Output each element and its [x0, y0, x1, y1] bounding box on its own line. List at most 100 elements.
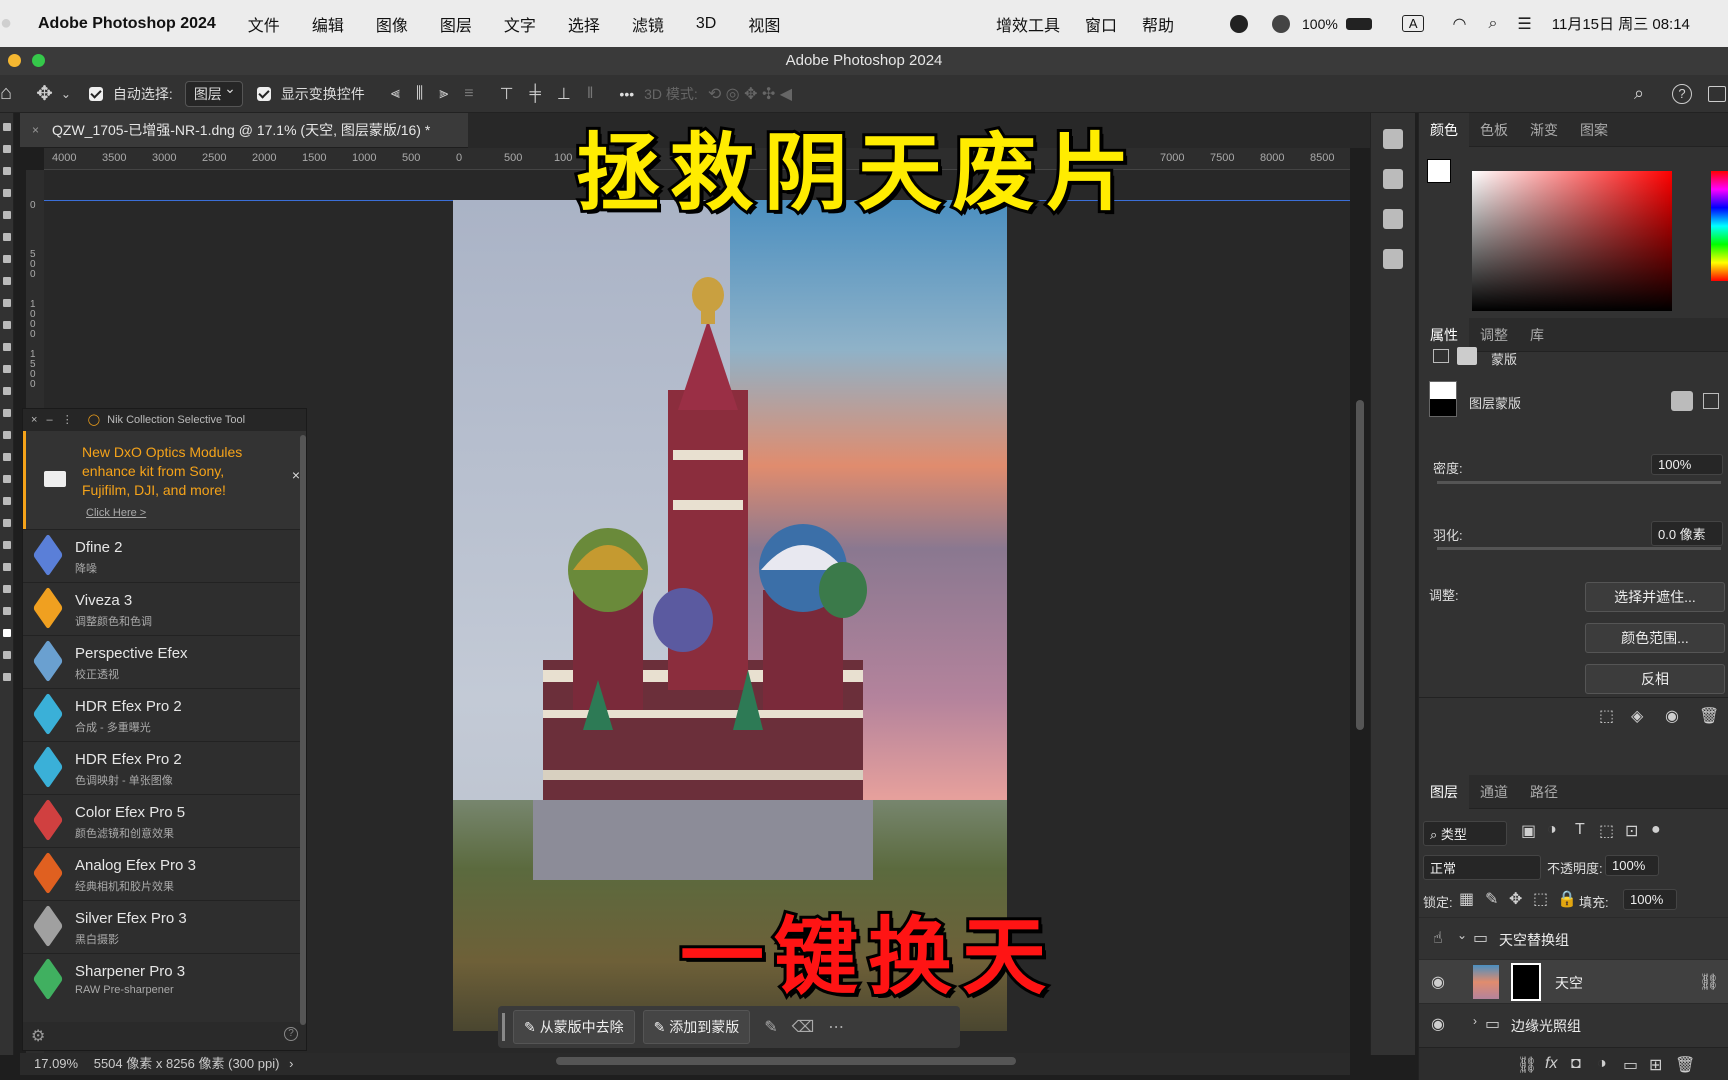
tab-color[interactable]: 颜色	[1419, 112, 1469, 147]
battery-icon[interactable]	[1345, 17, 1372, 30]
layer-mask-thumbnail[interactable]	[1511, 963, 1541, 1001]
window-minimize-button[interactable]	[8, 54, 21, 67]
distribute-icon[interactable]: ≡	[464, 85, 473, 103]
lock-transparent-icon[interactable]: ▦	[1459, 889, 1474, 909]
align-middle-icon[interactable]: ╪	[530, 85, 541, 103]
menu-select[interactable]: 选择	[568, 12, 600, 36]
menu-image[interactable]: 图像	[376, 12, 408, 36]
eraser-icon[interactable]: ⌫	[792, 1017, 815, 1037]
input-source-icon[interactable]: A	[1401, 15, 1425, 32]
wifi-icon[interactable]: ◠	[1452, 14, 1466, 34]
nik-tool-item[interactable]: HDR Efex Pro 2 合成 - 多重曝光	[23, 688, 306, 741]
menu-layer[interactable]: 图层	[440, 12, 472, 36]
vertical-scrollbar[interactable]	[1356, 400, 1364, 730]
quick-select-tool-icon[interactable]	[3, 189, 11, 197]
tab-gradients[interactable]: 渐变	[1519, 113, 1569, 147]
tab-patterns[interactable]: 图案	[1569, 113, 1619, 147]
menu-type[interactable]: 文字	[504, 12, 536, 36]
add-vector-mask-icon[interactable]	[1703, 393, 1719, 409]
home-icon[interactable]: ⌂	[0, 82, 12, 105]
history-icon[interactable]	[1383, 129, 1403, 149]
layer-name[interactable]: 天空替换组	[1499, 930, 1569, 950]
menu-edit[interactable]: 编辑	[312, 12, 344, 36]
chevron-down-icon[interactable]: ⌄	[61, 87, 71, 101]
record-icon[interactable]	[1230, 14, 1248, 33]
feather-input[interactable]: 0.0 像素	[1651, 521, 1723, 546]
search-icon[interactable]: ⌕	[1634, 83, 1644, 104]
horizontal-scrollbar[interactable]	[556, 1057, 1016, 1065]
filter-type-icon[interactable]: T	[1575, 821, 1585, 839]
zoom-level[interactable]: 17.09%	[34, 1056, 78, 1071]
nik-tool-item[interactable]: HDR Efex Pro 2 色调映射 - 单张图像	[23, 741, 306, 794]
add-mask-icon[interactable]: ◘	[1571, 1055, 1581, 1073]
hand-tool-icon[interactable]	[3, 541, 11, 549]
nik-tool-item[interactable]: Silver Efex Pro 3 黑白摄影	[23, 900, 306, 953]
load-selection-icon[interactable]: ⬚	[1599, 706, 1614, 726]
nik-tool-item[interactable]: Sharpener Pro 3 RAW Pre-sharpener	[23, 953, 306, 1006]
chevron-right-icon[interactable]: ›	[1473, 1014, 1477, 1028]
window-zoom-button[interactable]	[32, 54, 45, 67]
chevron-down-icon[interactable]: ⌄	[1457, 928, 1467, 942]
help-icon[interactable]: ?	[1672, 83, 1692, 104]
creative-cloud-icon[interactable]	[1272, 14, 1290, 33]
align-right-icon[interactable]: ⫸	[439, 85, 448, 103]
layer-group-row[interactable]: ◉ › ▭ 边缘光照组	[1419, 1003, 1728, 1045]
remove-from-mask-button[interactable]: ✎ 从蒙版中去除	[513, 1010, 635, 1044]
foreground-color-swatch[interactable]	[3, 629, 11, 637]
lock-all-icon[interactable]: 🔒	[1557, 889, 1577, 909]
layer-group-row[interactable]: ☝ ⌄ ▭ 天空替换组	[1419, 917, 1728, 959]
fill-input[interactable]: 100%	[1623, 889, 1677, 910]
3d-orbit-icon[interactable]: ⟲ ◎ ✥ ✣ ◀	[708, 84, 792, 104]
pixel-mask-icon[interactable]	[1433, 349, 1449, 363]
menu-help[interactable]: 帮助	[1142, 12, 1174, 36]
show-transform-checkbox[interactable]	[256, 86, 271, 101]
adjustment-layer-icon[interactable]: ◑	[1597, 1055, 1607, 1073]
layer-row-selected[interactable]: ◉ 天空 ⛓	[1419, 959, 1728, 1003]
layer-filter-dropdown[interactable]: ⌕ 类型	[1423, 821, 1507, 846]
apple-icon[interactable]: ●	[0, 12, 12, 35]
workspace-icon[interactable]	[1708, 85, 1726, 102]
eyedropper-tool-icon[interactable]	[3, 255, 11, 263]
clock[interactable]: 11月15日 周三 08:14	[1552, 13, 1690, 34]
layer-name[interactable]: 天空	[1555, 973, 1583, 993]
color-range-button[interactable]: 颜色范围...	[1585, 623, 1725, 653]
auto-select-dropdown[interactable]: 图层	[184, 80, 243, 107]
stamp-tool-icon[interactable]	[3, 321, 11, 329]
auto-select-checkbox[interactable]	[88, 86, 103, 101]
filter-shape-icon[interactable]: ⬚	[1599, 821, 1614, 841]
eye-icon[interactable]: ◉	[1431, 972, 1445, 992]
menu-window[interactable]: 窗口	[1085, 12, 1117, 36]
drag-handle-icon[interactable]	[502, 1013, 505, 1041]
more-icon[interactable]: ⋯	[828, 1017, 844, 1037]
path-select-icon[interactable]	[3, 497, 11, 505]
tab-swatches[interactable]: 色板	[1469, 113, 1519, 147]
tab-adjustments[interactable]: 调整	[1469, 318, 1519, 352]
new-group-icon[interactable]: ▭	[1623, 1055, 1638, 1075]
blend-mode-dropdown[interactable]: 正常	[1423, 855, 1541, 880]
history-brush-icon[interactable]	[3, 343, 11, 351]
mask-thumbnail[interactable]	[1429, 381, 1457, 417]
tab-layers[interactable]: 图层	[1419, 774, 1469, 809]
mask-icon[interactable]	[1671, 391, 1693, 411]
gradient-tool-icon[interactable]	[3, 387, 11, 395]
help-icon[interactable]: ?	[284, 1027, 298, 1041]
align-bottom-icon[interactable]: ⊥	[557, 84, 571, 104]
lasso-tool-icon[interactable]	[3, 167, 11, 175]
distribute-vertical-icon[interactable]: ‖	[587, 85, 594, 103]
menu-app-name[interactable]: Adobe Photoshop 2024	[38, 15, 216, 33]
menu-file[interactable]: 文件	[248, 12, 280, 36]
nik-tool-item[interactable]: Dfine 2 降噪	[23, 529, 306, 582]
nik-tool-item[interactable]: Color Efex Pro 5 颜色滤镜和创意效果	[23, 794, 306, 847]
align-center-icon[interactable]: ⫼	[416, 85, 423, 103]
menu-3d[interactable]: 3D	[696, 15, 716, 33]
link-icon[interactable]: ⛓	[1699, 972, 1719, 992]
filter-pixel-icon[interactable]: ▣	[1521, 821, 1536, 841]
menu-icon[interactable]: ⋮	[62, 414, 73, 426]
crop-tool-icon[interactable]	[3, 211, 11, 219]
tab-libraries[interactable]: 库	[1519, 318, 1555, 352]
swap-colors-icon[interactable]	[3, 607, 11, 615]
filter-smart-object-icon[interactable]: ⊡	[1625, 821, 1638, 841]
nik-tool-item[interactable]: Viveza 3 调整颜色和色调	[23, 582, 306, 635]
document-info[interactable]: 5504 像素 x 8256 像素 (300 ppi)	[94, 1056, 280, 1071]
menu-view[interactable]: 视图	[748, 12, 780, 36]
